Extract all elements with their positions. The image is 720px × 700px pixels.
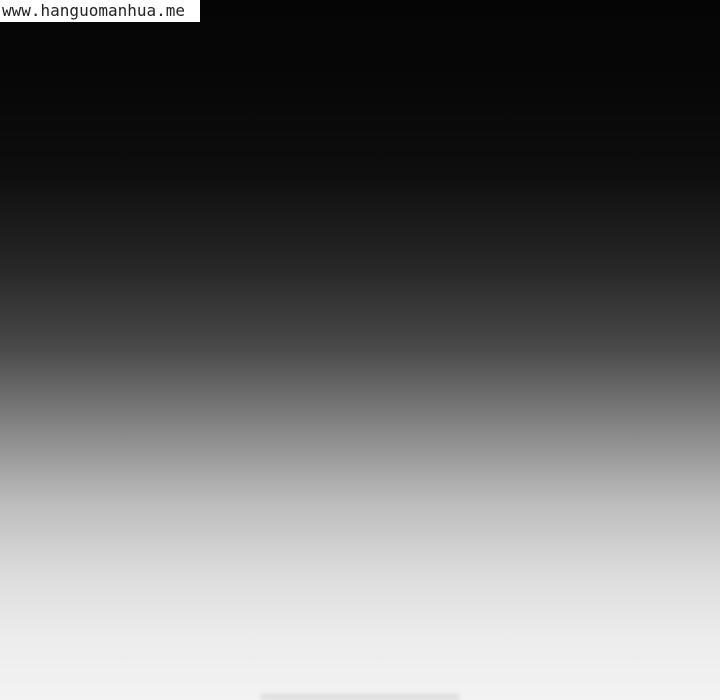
gradient-canvas: www.hanguomanhua.me [0,0,720,700]
bottom-smudge [260,694,460,700]
site-watermark: www.hanguomanhua.me [0,0,200,22]
